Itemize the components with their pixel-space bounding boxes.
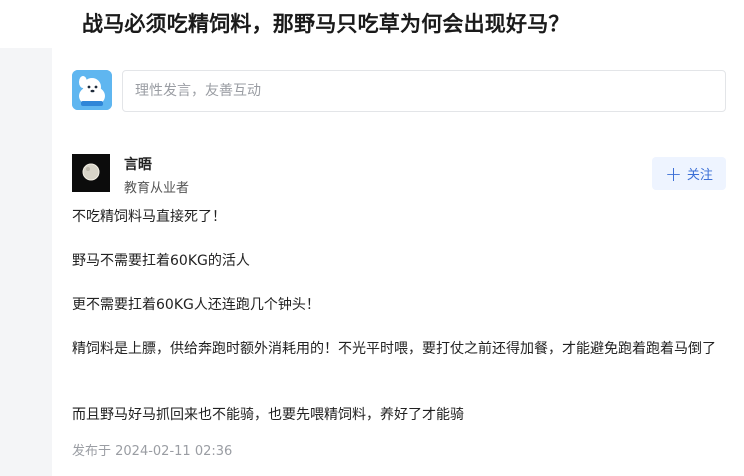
user-avatar-icon[interactable] [72,70,112,110]
top-bar: 战马必须吃精饲料，那野马只吃草为何会出现好马？ [0,0,744,48]
answer-paragraph: 精饲料是上膘，供给奔跑时额外消耗用的！不光平时喂，要打仗之前还得加餐，才能避免跑… [72,341,716,357]
answer-paragraph: 野马不需要扛着60KG的活人 [72,253,250,269]
answer-paragraph: 更不需要扛着60KG人还连跑几个钟头！ [72,297,320,313]
page-title: 战马必须吃精饲料，那野马只吃草为何会出现好马？ [82,12,570,36]
follow-label: 关注 [686,168,713,183]
comment-input[interactable] [122,70,726,112]
left-rail [0,48,52,476]
answer-paragraph: 不吃精饲料马直接死了！ [72,209,226,225]
author-avatar[interactable] [72,154,110,192]
author-name[interactable]: 言晤 [124,154,152,174]
answer-card: 言晤 教育从业者 + 关注 不吃精饲料马直接死了！ 野马不需要扛着60KG的活人… [52,48,744,476]
plus-icon: + [665,161,682,186]
answer-paragraph: 而且野马好马抓回来也不能骑，也要先喂精饲料，养好了才能骑 [72,407,464,423]
author-role: 教育从业者 [124,181,190,196]
follow-button[interactable]: + 关注 [652,157,726,190]
publish-time: 发布于 2024-02-11 02:36 [72,444,233,459]
